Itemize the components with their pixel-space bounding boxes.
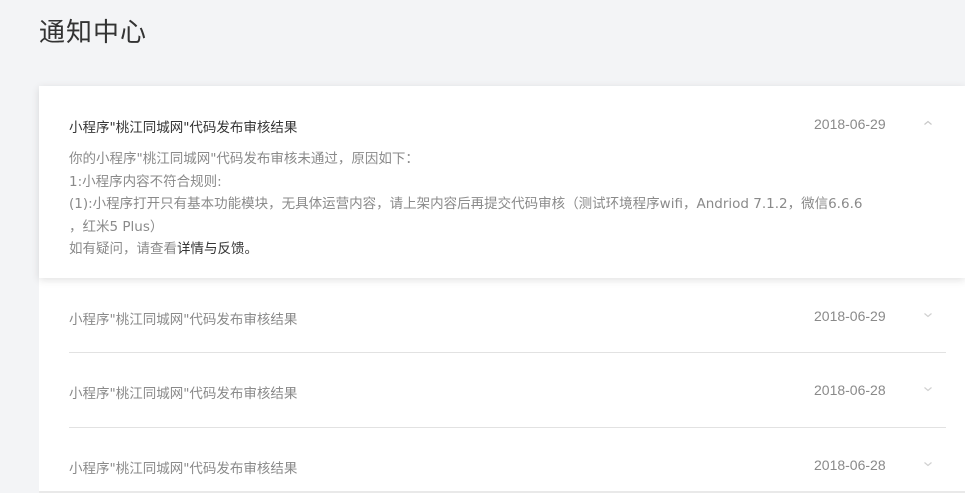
chevron-down-icon[interactable] <box>923 460 933 468</box>
notification-date: 2018-06-28 <box>814 382 886 398</box>
notification-title[interactable]: 小程序"桃江同城网"代码发布审核结果 <box>69 308 297 328</box>
notification-date: 2018-06-29 <box>814 308 886 324</box>
notification-date: 2018-06-28 <box>814 457 886 473</box>
detail-line: ，红米5 Plus） <box>69 218 164 235</box>
notification-title[interactable]: 小程序"桃江同城网"代码发布审核结果 <box>69 116 297 136</box>
page-title: 通知中心 <box>39 18 148 48</box>
notification-item[interactable]: 小程序"桃江同城网"代码发布审核结果 2018-06-29 <box>69 278 946 353</box>
detail-line: (1):小程序打开只有基本功能模块，无具体运营内容，请上架内容后再提交代码审核（… <box>69 196 863 212</box>
chevron-up-icon[interactable] <box>923 119 933 127</box>
help-prefix: 如有疑问，请查看 <box>69 241 177 257</box>
chevron-down-icon[interactable] <box>923 311 933 319</box>
notification-title[interactable]: 小程序"桃江同城网"代码发布审核结果 <box>69 382 297 402</box>
notification-item[interactable]: 小程序"桃江同城网"代码发布审核结果 2018-06-28 <box>69 353 946 428</box>
notification-title[interactable]: 小程序"桃江同城网"代码发布审核结果 <box>69 457 297 477</box>
chevron-down-icon[interactable] <box>923 385 933 393</box>
detail-line-help: 如有疑问，请查看详情与反馈。 <box>69 238 889 261</box>
notification-date: 2018-06-29 <box>814 116 886 132</box>
notification-item-expanded[interactable]: 小程序"桃江同城网"代码发布审核结果 2018-06-29 你的小程序"桃江同城… <box>39 86 965 278</box>
detail-line: 1:小程序内容不符合规则: <box>69 173 222 190</box>
detail-line: 你的小程序"桃江同城网"代码发布审核未通过，原因如下： <box>69 151 419 167</box>
notification-center-page: 通知中心 小程序"桃江同城网"代码发布审核结果 2018-06-29 你的小程序… <box>0 0 965 493</box>
help-suffix: 。 <box>244 241 259 257</box>
notification-item[interactable]: 小程序"桃江同城网"代码发布审核结果 2018-06-28 <box>69 428 946 493</box>
notification-list: 小程序"桃江同城网"代码发布审核结果 2018-06-29 你的小程序"桃江同城… <box>39 86 965 493</box>
details-feedback-link[interactable]: 详情与反馈 <box>177 241 245 257</box>
notification-detail: 你的小程序"桃江同城网"代码发布审核未通过，原因如下： 1:小程序内容不符合规则… <box>69 148 889 261</box>
